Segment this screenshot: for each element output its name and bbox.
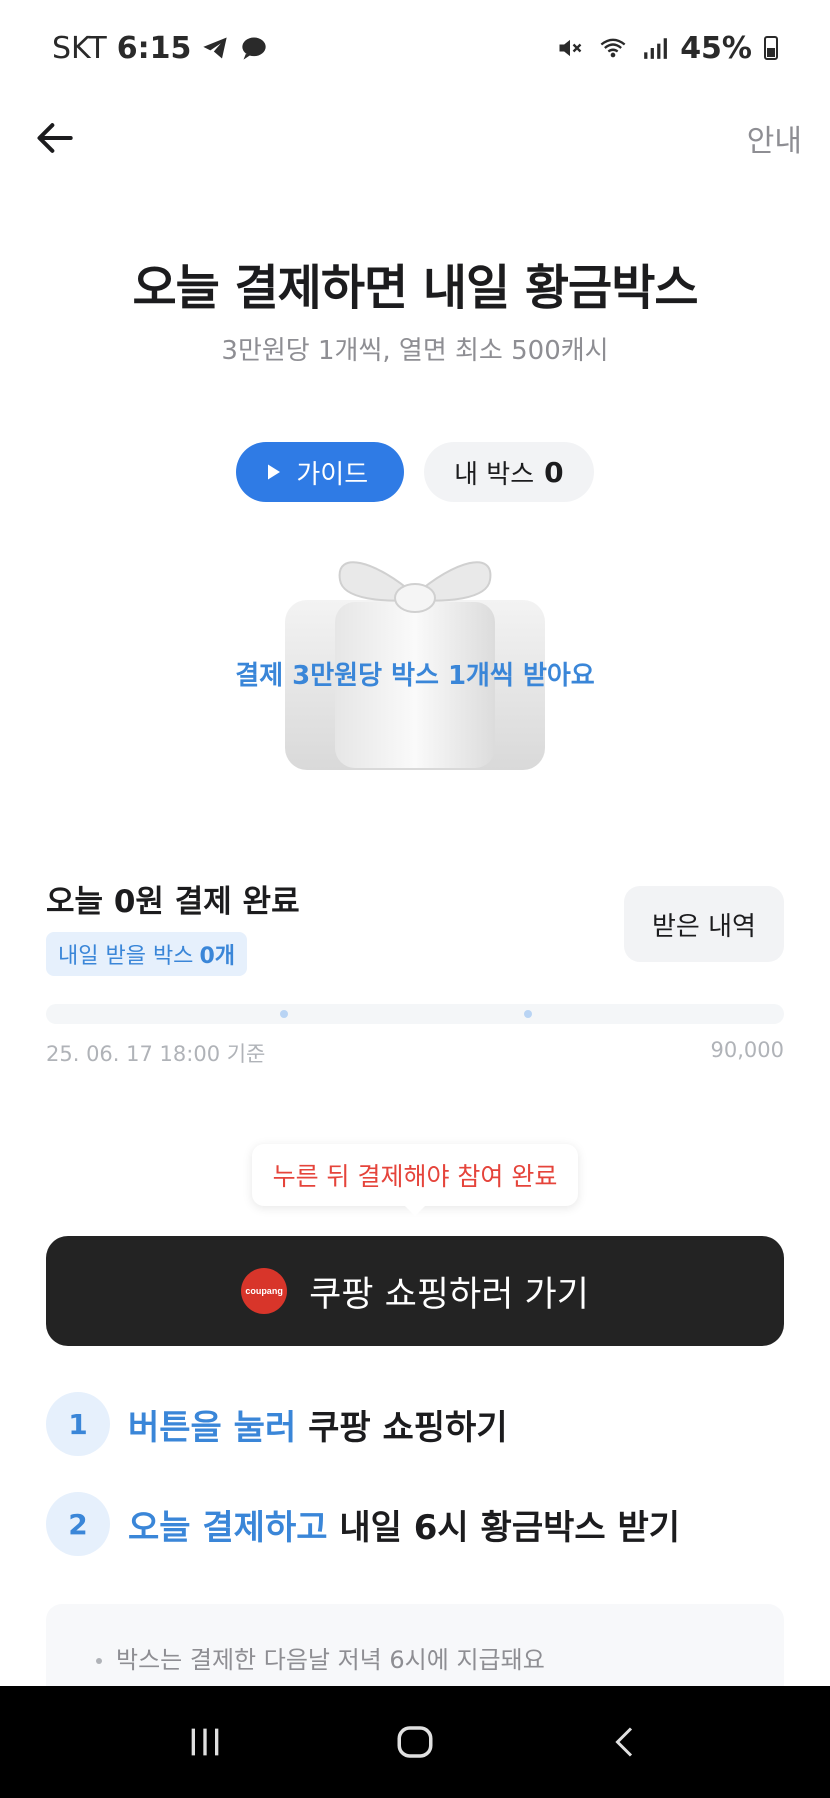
step-item-2: 2 오늘 결제하고 내일 6시 황금박스 받기 <box>46 1492 680 1556</box>
my-box-button[interactable]: 내 박스 0 <box>424 442 594 502</box>
top-app-bar: 안내 <box>0 96 830 180</box>
progress-goal: 90,000 <box>710 1038 784 1062</box>
guide-button[interactable]: 가이드 <box>236 442 405 502</box>
today-payment-status: 오늘 0원 결제 완료 <box>46 884 300 920</box>
status-left: SKT 6:15 <box>52 31 269 66</box>
notice-text: 박스는 결제한 다음날 저녁 6시에 지급돼요 <box>116 1646 545 1674</box>
back-button[interactable] <box>32 114 80 162</box>
coupang-shopping-button[interactable]: coupang 쿠팡 쇼핑하러 가기 <box>46 1236 784 1346</box>
wifi-icon <box>600 38 626 58</box>
signal-icon <box>644 38 668 59</box>
step-number: 1 <box>46 1392 110 1456</box>
carrier-label: SKT <box>52 30 107 66</box>
play-icon <box>268 464 281 480</box>
home-button[interactable] <box>375 1712 455 1772</box>
progress-bar <box>46 1004 784 1024</box>
tomorrow-box-label: 내일 받을 박스 <box>58 944 194 969</box>
info-link[interactable]: 안내 <box>747 116 802 160</box>
participation-tooltip: 누른 뒤 결제해야 참여 완료 <box>252 1144 578 1216</box>
step-number: 2 <box>46 1492 110 1556</box>
page-subtitle: 3만원당 1개씩, 열면 최소 500캐시 <box>221 336 609 366</box>
coupang-logo-icon: coupang <box>241 1268 288 1314</box>
step-highlight: 버튼을 눌러 <box>128 1407 297 1448</box>
page-title: 오늘 결제하면 내일 황금박스 <box>132 260 698 316</box>
chat-bubble-icon <box>242 37 267 60</box>
step-item-1: 1 버튼을 눌러 쿠팡 쇼핑하기 <box>46 1392 508 1456</box>
battery-percent: 45% <box>680 30 752 66</box>
battery-icon <box>764 36 778 60</box>
step-highlight: 오늘 결제하고 <box>128 1507 328 1548</box>
telegram-icon <box>203 37 228 59</box>
home-icon <box>397 1726 433 1758</box>
my-box-label: 내 박스 <box>454 459 535 490</box>
chevron-left-icon <box>615 1727 633 1757</box>
notice-item: 박스는 결제한 다음날 저녁 6시에 지급돼요 <box>96 1640 784 1675</box>
recent-apps-button[interactable] <box>165 1712 245 1772</box>
progress-milestone-dot <box>280 1010 288 1018</box>
pill-row: 가이드 내 박스 0 <box>0 442 830 502</box>
status-right: 45% <box>556 31 778 66</box>
tomorrow-box-count: 0개 <box>199 944 235 969</box>
clock-label: 6:15 <box>116 30 192 66</box>
step-text: 내일 6시 황금박스 받기 <box>339 1507 681 1548</box>
arrow-left-icon <box>37 123 73 153</box>
system-back-button[interactable] <box>585 1712 665 1772</box>
guide-label: 가이드 <box>296 459 369 490</box>
progress-milestone-dot <box>524 1010 532 1018</box>
bullet-icon <box>96 1658 102 1664</box>
gift-caption: 결제 3만원당 박스 1개씩 받아요 <box>235 661 595 691</box>
history-button[interactable]: 받은 내역 <box>624 886 784 962</box>
step-text: 쿠팡 쇼핑하기 <box>308 1407 508 1448</box>
tomorrow-box-badge: 내일 받을 박스 0개 <box>46 932 247 976</box>
cta-label: 쿠팡 쇼핑하러 가기 <box>309 1274 589 1315</box>
progress-timestamp: 25. 06. 17 18:00 기준 <box>46 1042 266 1066</box>
system-nav-bar <box>0 1686 830 1798</box>
my-box-count: 0 <box>544 455 564 489</box>
mute-icon <box>559 39 582 57</box>
recent-apps-icon <box>191 1728 219 1756</box>
status-bar: SKT 6:15 45% <box>0 0 830 96</box>
